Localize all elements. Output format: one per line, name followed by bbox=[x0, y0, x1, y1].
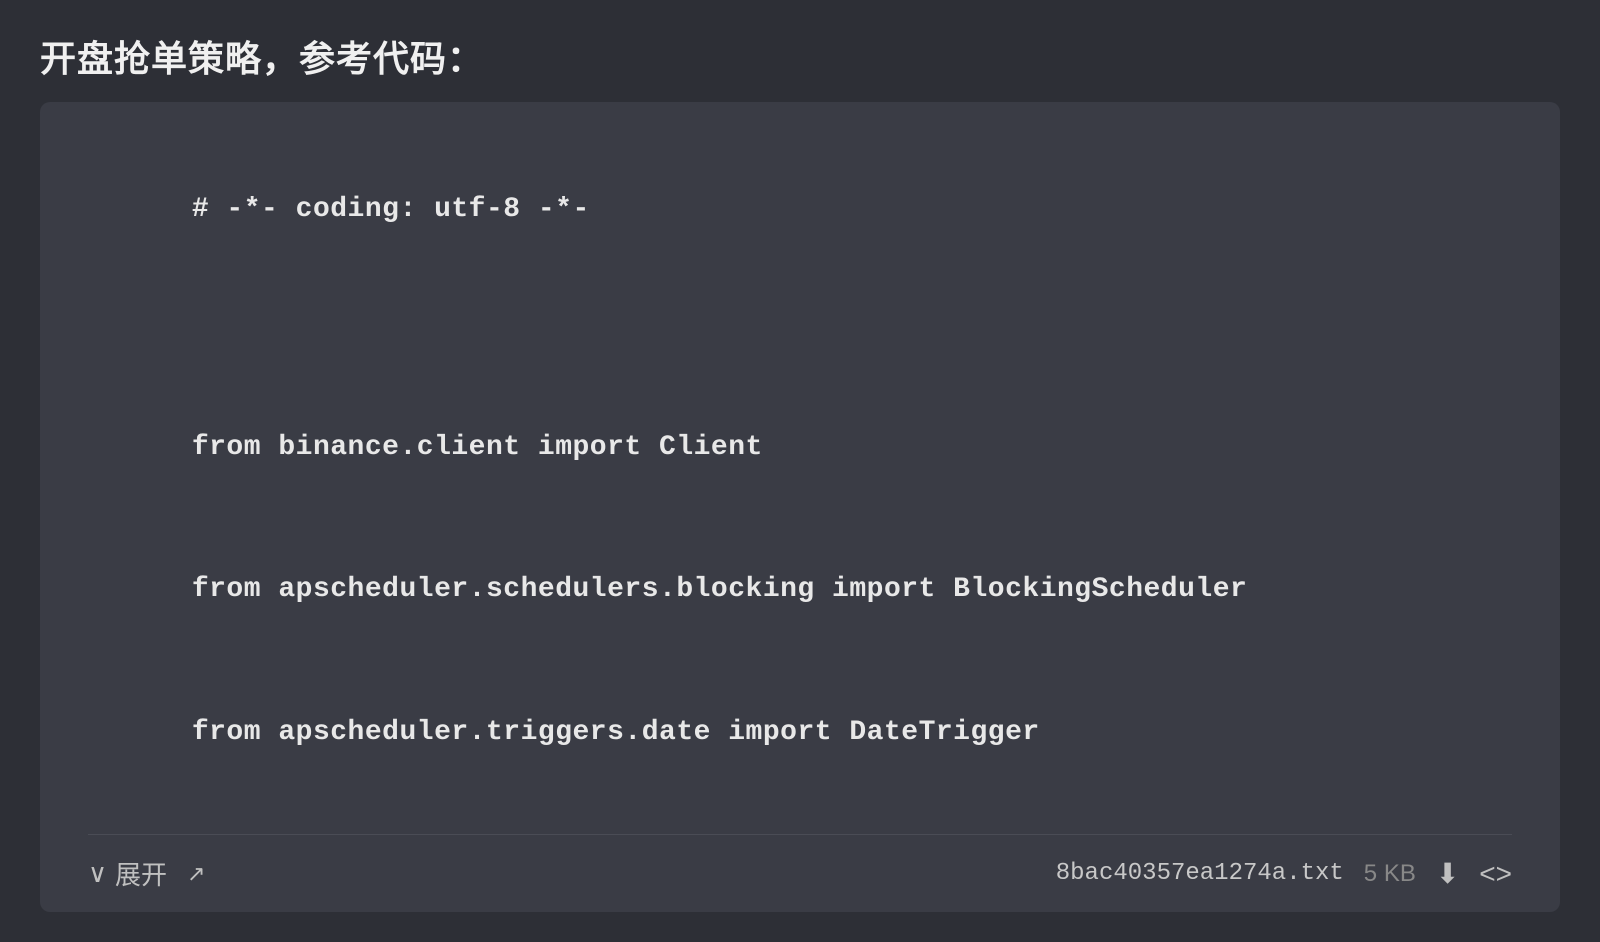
page-wrapper: 开盘抢单策略，参考代码： # -*- coding: utf-8 -*- fro… bbox=[40, 30, 1560, 912]
footer-left: ∨ 展开 ↗ bbox=[88, 855, 205, 892]
expand-button[interactable]: ∨ 展开 bbox=[88, 855, 167, 892]
code-line-3: from binance.client import Client bbox=[192, 432, 763, 463]
download-icon[interactable]: ⬇ bbox=[1436, 857, 1459, 890]
code-block: # -*- coding: utf-8 -*- from binance.cli… bbox=[88, 138, 1512, 804]
code-view-icon[interactable]: <> bbox=[1479, 858, 1512, 890]
code-line-4: from apscheduler.schedulers.blocking imp… bbox=[192, 574, 1248, 605]
code-line-5: from apscheduler.triggers.date import Da… bbox=[192, 717, 1040, 748]
expand-label: 展开 bbox=[115, 855, 167, 892]
code-footer: ∨ 展开 ↗ 8bac40357ea1274a.txt 5 KB ⬇ <> bbox=[88, 834, 1512, 912]
chevron-down-icon: ∨ bbox=[88, 858, 107, 889]
page-title: 开盘抢单策略，参考代码： bbox=[40, 30, 1560, 82]
expand-arrow-icon[interactable]: ↗ bbox=[187, 861, 205, 887]
filesize: 5 KB bbox=[1364, 860, 1416, 888]
footer-right: 8bac40357ea1274a.txt 5 KB ⬇ <> bbox=[1056, 857, 1512, 890]
code-container: # -*- coding: utf-8 -*- from binance.cli… bbox=[40, 102, 1560, 912]
code-line-1: # -*- coding: utf-8 -*- bbox=[192, 194, 590, 225]
filename: 8bac40357ea1274a.txt bbox=[1056, 860, 1344, 887]
